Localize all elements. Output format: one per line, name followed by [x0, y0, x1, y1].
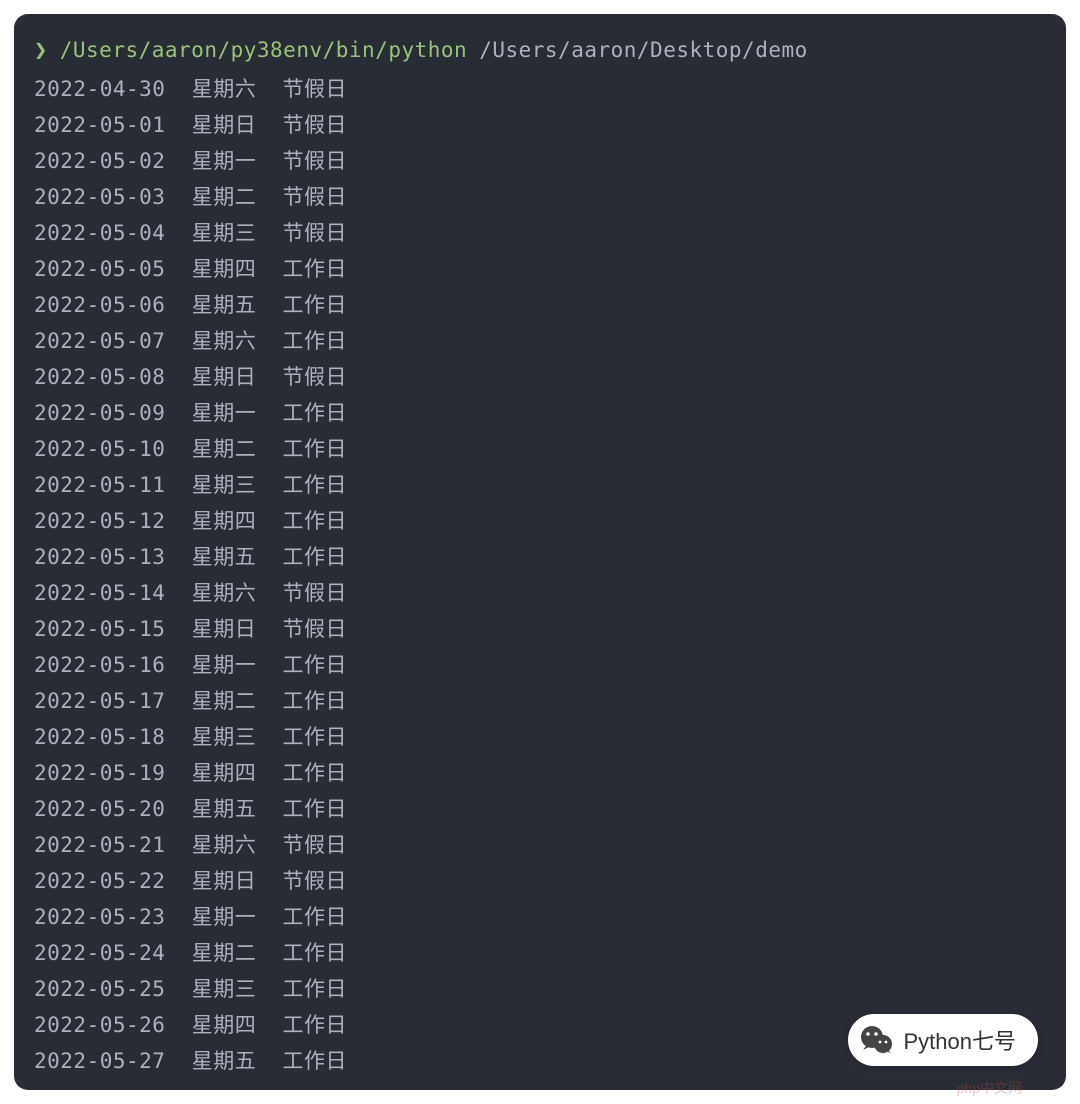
output-line: 2022-04-30 星期六 节假日 — [34, 71, 1046, 107]
terminal-window: ❯ /Users/aaron/py38env/bin/python /Users… — [14, 14, 1066, 1090]
output-line: 2022-05-12 星期四 工作日 — [34, 503, 1046, 539]
output-line: 2022-05-23 星期一 工作日 — [34, 899, 1046, 935]
output-line: 2022-05-10 星期二 工作日 — [34, 431, 1046, 467]
output-line: 2022-05-16 星期一 工作日 — [34, 647, 1046, 683]
prompt-symbol: ❯ — [34, 33, 48, 69]
output-line: 2022-05-09 星期一 工作日 — [34, 395, 1046, 431]
wechat-badge: Python七号 — [848, 1014, 1039, 1066]
output-container: 2022-04-30 星期六 节假日2022-05-01 星期日 节假日2022… — [34, 71, 1046, 1079]
output-line: 2022-05-03 星期二 节假日 — [34, 179, 1046, 215]
command-executable: /Users/aaron/py38env/bin/python — [60, 32, 467, 68]
output-line: 2022-05-18 星期三 工作日 — [34, 719, 1046, 755]
output-line: 2022-05-24 星期二 工作日 — [34, 935, 1046, 971]
prompt-line: ❯ /Users/aaron/py38env/bin/python /Users… — [34, 32, 1046, 69]
output-line: 2022-05-15 星期日 节假日 — [34, 611, 1046, 647]
output-line: 2022-05-02 星期一 节假日 — [34, 143, 1046, 179]
output-line: 2022-05-07 星期六 工作日 — [34, 323, 1046, 359]
wechat-icon — [858, 1022, 894, 1058]
wechat-badge-text: Python七号 — [904, 1024, 1017, 1056]
output-line: 2022-05-22 星期日 节假日 — [34, 863, 1046, 899]
output-line: 2022-05-06 星期五 工作日 — [34, 287, 1046, 323]
output-line: 2022-05-11 星期三 工作日 — [34, 467, 1046, 503]
terminal-content[interactable]: ❯ /Users/aaron/py38env/bin/python /Users… — [34, 32, 1046, 1079]
output-line: 2022-05-21 星期六 节假日 — [34, 827, 1046, 863]
output-line: 2022-05-04 星期三 节假日 — [34, 215, 1046, 251]
output-line: 2022-05-19 星期四 工作日 — [34, 755, 1046, 791]
output-line: 2022-05-08 星期日 节假日 — [34, 359, 1046, 395]
output-line: 2022-05-05 星期四 工作日 — [34, 251, 1046, 287]
output-line: 2022-05-17 星期二 工作日 — [34, 683, 1046, 719]
output-line: 2022-05-14 星期六 节假日 — [34, 575, 1046, 611]
command-argument: /Users/aaron/Desktop/demo — [479, 32, 808, 68]
watermark-text: php中文网 — [957, 1078, 1022, 1098]
output-line: 2022-05-20 星期五 工作日 — [34, 791, 1046, 827]
output-line: 2022-05-01 星期日 节假日 — [34, 107, 1046, 143]
output-line: 2022-05-25 星期三 工作日 — [34, 971, 1046, 1007]
output-line: 2022-05-13 星期五 工作日 — [34, 539, 1046, 575]
